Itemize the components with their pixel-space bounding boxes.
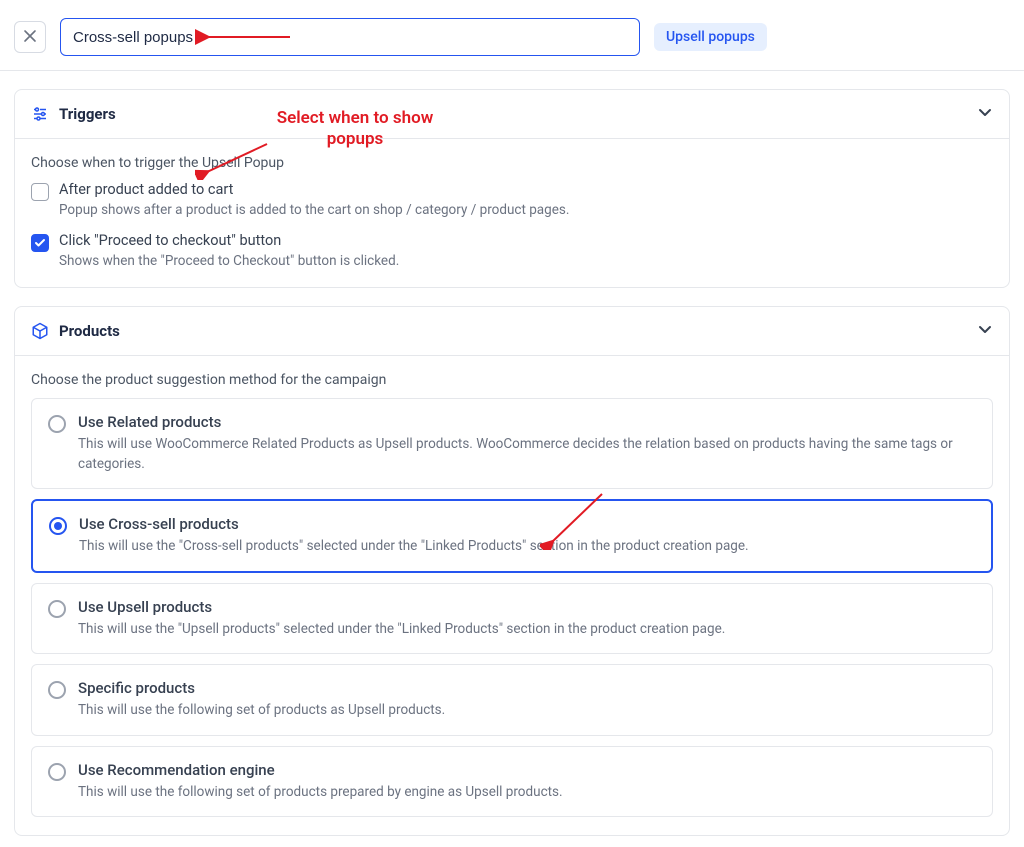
checkbox[interactable] [31,234,49,252]
product-option-recommendation[interactable]: Use Recommendation engine This will use … [31,746,993,818]
product-option-cross-sell[interactable]: Use Cross-sell products This will use th… [31,499,993,573]
product-option-label: Use Cross-sell products [79,515,749,533]
triggers-body: Choose when to trigger the Upsell Popup … [15,139,1009,287]
radio[interactable] [49,517,67,535]
radio[interactable] [48,415,66,433]
campaign-title-input[interactable] [60,18,640,56]
top-bar: Upsell popups [0,0,1024,71]
checkbox[interactable] [31,183,49,201]
triggers-title: Triggers [59,105,977,123]
product-option-upsell[interactable]: Use Upsell products This will use the "U… [31,583,993,655]
product-option-related[interactable]: Use Related products This will use WooCo… [31,398,993,489]
chevron-down-icon [977,104,993,124]
product-option-label: Use Related products [78,413,976,431]
product-option-desc: This will use the "Cross-sell products" … [79,537,749,557]
product-option-desc: This will use WooCommerce Related Produc… [78,435,976,474]
product-option-desc: This will use the following set of produ… [78,701,445,721]
trigger-option-desc: Popup shows after a product is added to … [59,202,569,218]
product-option-label: Use Recommendation engine [78,761,563,779]
product-option-desc: This will use the "Upsell products" sele… [78,620,725,640]
product-option-desc: This will use the following set of produ… [78,783,563,803]
triggers-instruction: Choose when to trigger the Upsell Popup [31,155,993,171]
trigger-option-after-add[interactable]: After product added to cart Popup shows … [31,181,993,218]
triggers-panel: Triggers Choose when to trigger the Upse… [14,89,1010,288]
products-title: Products [59,322,977,340]
trigger-option-label: After product added to cart [59,181,569,198]
chevron-down-icon [977,321,993,341]
close-icon [23,29,37,46]
trigger-option-label: Click "Proceed to checkout" button [59,232,399,249]
products-body: Choose the product suggestion method for… [15,356,1009,835]
campaign-type-tag: Upsell popups [654,23,767,51]
triggers-panel-header[interactable]: Triggers [15,90,1009,139]
triggers-icon [31,105,49,123]
products-panel-header[interactable]: Products [15,307,1009,356]
product-option-label: Specific products [78,679,445,697]
radio[interactable] [48,600,66,618]
product-option-specific[interactable]: Specific products This will use the foll… [31,664,993,736]
trigger-option-proceed-checkout[interactable]: Click "Proceed to checkout" button Shows… [31,232,993,269]
products-icon [31,322,49,340]
products-panel: Products Choose the product suggestion m… [14,306,1010,836]
products-instruction: Choose the product suggestion method for… [31,372,993,388]
trigger-option-desc: Shows when the "Proceed to Checkout" but… [59,253,399,269]
product-option-label: Use Upsell products [78,598,725,616]
radio[interactable] [48,763,66,781]
radio[interactable] [48,681,66,699]
close-button[interactable] [14,21,46,53]
